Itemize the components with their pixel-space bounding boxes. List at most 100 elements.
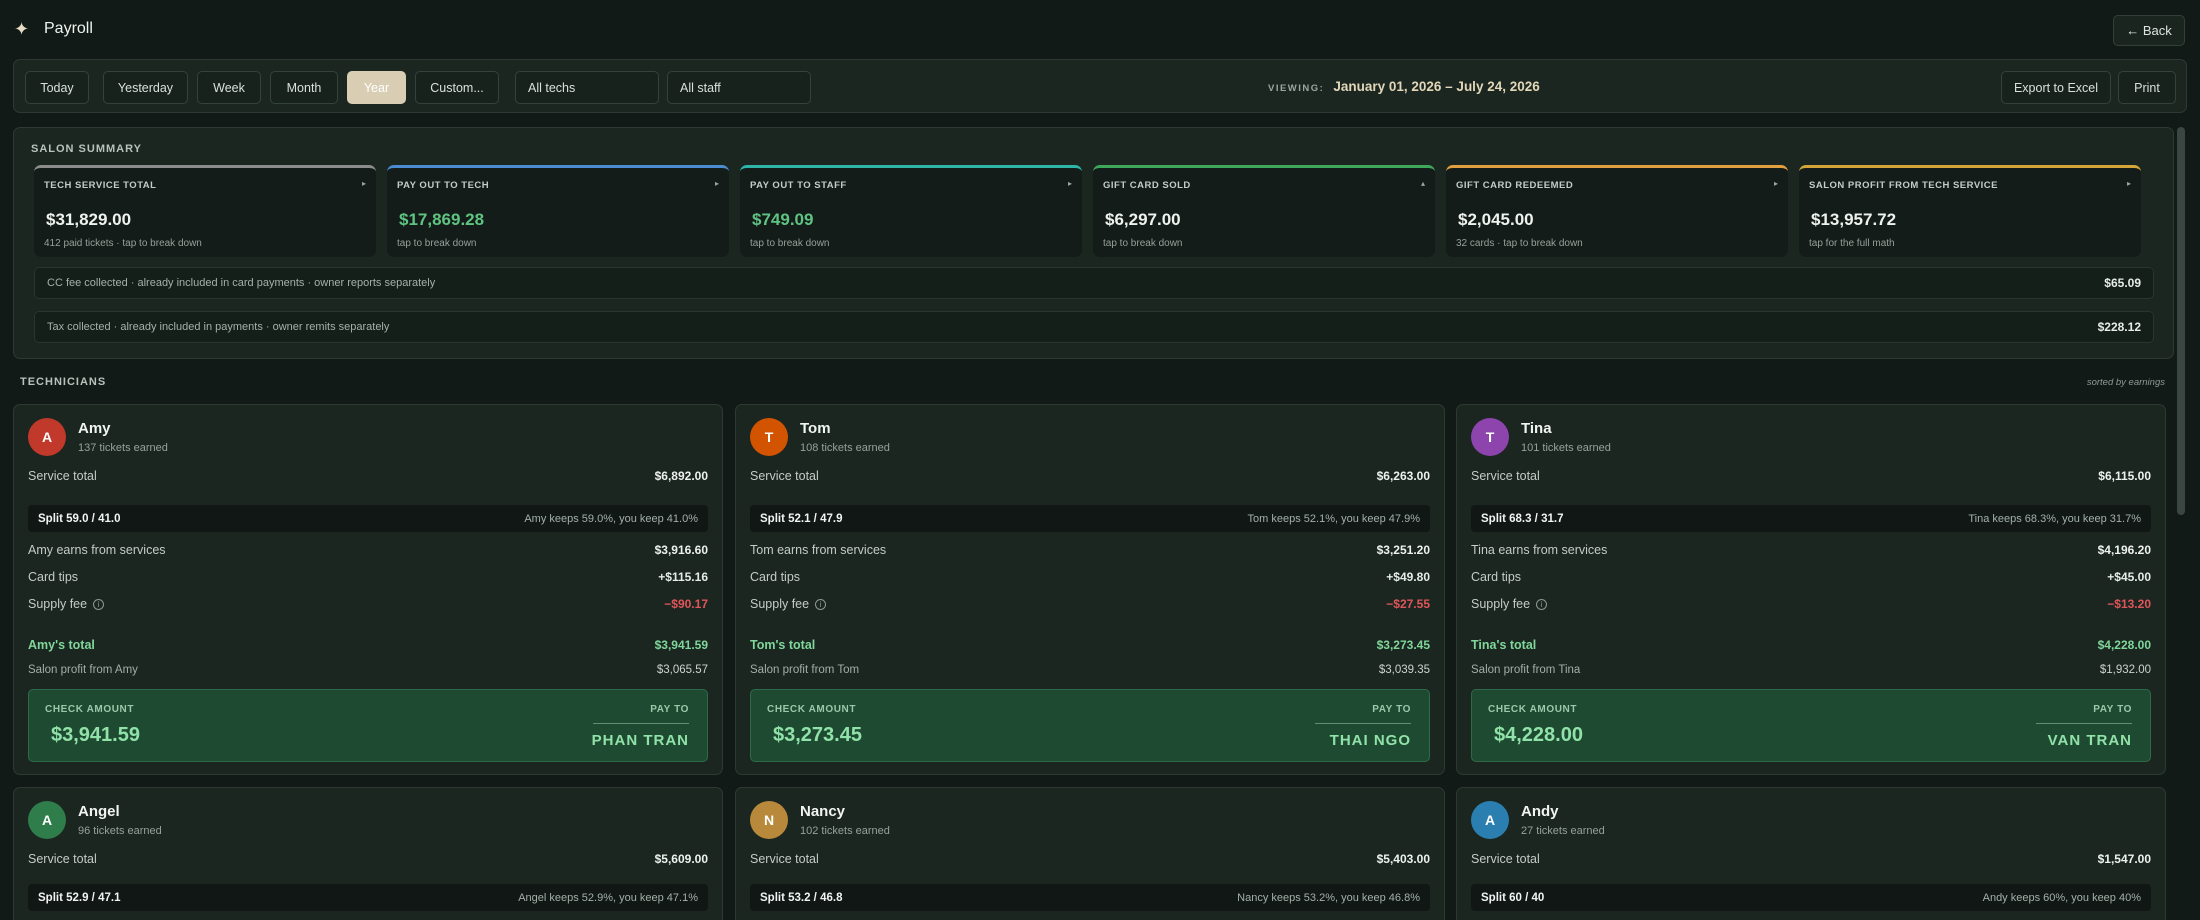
card-sub: tap to break down — [1103, 238, 1183, 249]
expand-arrow-icon: ▸ — [2126, 179, 2131, 188]
row-value: +$45.00 — [2107, 570, 2151, 584]
staff-filter-select[interactable]: All staff — [667, 71, 811, 104]
card-label: GIFT CARD REDEEMED — [1456, 180, 1574, 191]
supply-fee-row: Supply fee i −$90.17 — [28, 597, 708, 611]
cc-fee-row: CC fee collected · already included in c… — [34, 267, 2154, 299]
tech-card-andy: A Andy 27 tickets earned Service total $1… — [1456, 787, 2166, 920]
check-label: CHECK AMOUNT — [45, 704, 135, 715]
range-month-button[interactable]: Month — [270, 71, 338, 104]
summary-card-payout-tech[interactable]: PAY OUT TO TECH ▸ $17,869.28 tap to brea… — [387, 165, 729, 257]
row-label: Salon profit from Amy — [28, 664, 138, 676]
expand-arrow-icon: ▸ — [714, 179, 719, 188]
row-value: $4,228.00 — [2097, 638, 2151, 652]
back-button[interactable]: ← Back — [2113, 15, 2185, 46]
row-value: $3,941.59 — [654, 638, 708, 652]
earns-row: Tina earns from services $4,196.20 — [1471, 543, 2151, 557]
row-value: $5,403.00 — [1376, 852, 1430, 866]
tech-card-nancy: N Nancy 102 tickets earned Service total… — [735, 787, 1445, 920]
split-desc: Tina keeps 68.3%, you keep 31.7% — [1968, 512, 2141, 525]
range-today-button[interactable]: Today — [25, 71, 89, 104]
payto-line — [2036, 723, 2132, 724]
expand-arrow-icon: ▸ — [361, 179, 366, 188]
tech-card-angel: A Angel 96 tickets earned Service total $… — [13, 787, 723, 920]
tech-total-row: Amy's total $3,941.59 — [28, 638, 708, 652]
service-total-row: Service total $5,609.00 — [28, 852, 708, 866]
info-icon[interactable]: i — [93, 599, 105, 610]
salon-profit-row: Salon profit from Tina $1,932.00 — [1471, 664, 2151, 676]
tech-card-tom: T Tom 108 tickets earned Service total $6… — [735, 404, 1445, 775]
summary-card-gift-redeemed[interactable]: GIFT CARD REDEEMED ▸ $2,045.00 32 cards … — [1446, 165, 1788, 257]
tech-card-tina: T Tina 101 tickets earned Service total $… — [1456, 404, 2166, 775]
summary-card-tech-service[interactable]: TECH SERVICE TOTAL ▸ $31,829.00 412 paid… — [34, 165, 376, 257]
row-label: Service total — [28, 469, 97, 483]
row-value: −$13.20 — [2107, 597, 2151, 611]
viewing-range-value: January 01, 2026 – July 24, 2026 — [1333, 79, 1540, 94]
row-label: Amy's total — [28, 638, 95, 652]
info-icon[interactable]: i — [1536, 599, 1548, 610]
tech-filter-select[interactable]: All techs — [515, 71, 659, 104]
page-title: Payroll — [44, 20, 93, 37]
split-bar: Split 68.3 / 31.7 Tina keeps 68.3%, you k… — [1471, 505, 2151, 532]
range-custom-button[interactable]: Custom... — [415, 71, 499, 104]
split-desc: Tom keeps 52.1%, you keep 47.9% — [1247, 512, 1420, 525]
split-bar: Split 52.1 / 47.9 Tom keeps 52.1%, you ke… — [750, 505, 1430, 532]
check-box: CHECK AMOUNT $3,273.45 PAY TO THAI NGO — [750, 689, 1430, 762]
split-bar: Split 60 / 40 Andy keeps 60%, you keep 40… — [1471, 884, 2151, 911]
viewing-label: VIEWING: — [1268, 83, 1325, 94]
export-excel-button[interactable]: Export to Excel — [2001, 71, 2111, 104]
card-value: $749.09 — [752, 210, 814, 229]
range-year-button[interactable]: Year — [347, 71, 406, 104]
row-value: $3,916.60 — [654, 543, 708, 557]
check-amount: $4,228.00 — [1494, 724, 1583, 746]
card-label: SALON PROFIT FROM TECH SERVICE — [1809, 180, 1999, 191]
scrollbar-thumb[interactable] — [2177, 127, 2185, 515]
card-sub: 412 paid tickets · tap to break down — [44, 238, 202, 249]
card-label: GIFT CARD SOLD — [1103, 180, 1191, 191]
split-label: Split 52.1 / 47.9 — [760, 512, 843, 525]
avatar: A — [28, 801, 66, 839]
row-label: Card tips — [750, 570, 801, 584]
split-label: Split 59.0 / 41.0 — [38, 512, 121, 525]
technicians-title: TECHNICIANS — [20, 376, 107, 388]
summary-card-gift-sold[interactable]: GIFT CARD SOLD ▴ $6,297.00 tap to break … — [1093, 165, 1435, 257]
tips-row: Card tips +$49.80 — [750, 570, 1430, 584]
card-value: $13,957.72 — [1811, 210, 1897, 229]
check-label: CHECK AMOUNT — [1488, 704, 1578, 715]
payto-line — [593, 723, 689, 724]
salon-summary: SALON SUMMARY TECH SERVICE TOTAL ▸ $31,8… — [13, 127, 2174, 359]
tech-name: Nancy — [800, 803, 846, 820]
row-value: +$115.16 — [658, 570, 708, 584]
tech-tickets: 102 tickets earned — [800, 825, 890, 837]
check-amount: $3,273.45 — [773, 724, 862, 746]
tech-card-amy: A Amy 137 tickets earned Service total $6… — [13, 404, 723, 775]
range-week-button[interactable]: Week — [197, 71, 261, 104]
tech-tickets: 96 tickets earned — [78, 825, 162, 837]
row-label: Service total — [1471, 852, 1540, 866]
split-bar: Split 53.2 / 46.8 Nancy keeps 53.2%, you … — [750, 884, 1430, 911]
summary-card-salon-profit[interactable]: SALON PROFIT FROM TECH SERVICE ▸ $13,957… — [1799, 165, 2141, 257]
tips-row: Card tips +$45.00 — [1471, 570, 2151, 584]
tech-name: Tina — [1521, 420, 1552, 437]
avatar: A — [28, 418, 66, 456]
filter-bar: Today Yesterday Week Month Year Custom..… — [13, 59, 2187, 113]
row-label: Salon profit from Tom — [750, 664, 860, 676]
split-desc: Andy keeps 60%, you keep 40% — [1982, 891, 2141, 904]
top-bar: ✦ Payroll — [0, 0, 2200, 58]
summary-card-payout-staff[interactable]: PAY OUT TO STAFF ▸ $749.09 tap to break … — [740, 165, 1082, 257]
row-label: Service total — [1471, 469, 1540, 483]
print-button[interactable]: Print — [2118, 71, 2176, 104]
avatar: A — [1471, 801, 1509, 839]
row-label: Card tips — [28, 570, 79, 584]
check-box: CHECK AMOUNT $3,941.59 PAY TO PHAN TRAN — [28, 689, 708, 762]
avatar: T — [1471, 418, 1509, 456]
viewing-range: VIEWING: January 01, 2026 – July 24, 202… — [1268, 79, 1540, 94]
row-label: Service total — [28, 852, 97, 866]
row-label: Card tips — [1471, 570, 1522, 584]
row-label: Salon profit from Tina — [1471, 664, 1581, 676]
tech-tickets: 101 tickets earned — [1521, 442, 1611, 454]
service-total-row: Service total $6,263.00 — [750, 469, 1430, 483]
info-icon[interactable]: i — [815, 599, 827, 610]
tax-value: $228.12 — [2097, 320, 2141, 334]
range-yesterday-button[interactable]: Yesterday — [103, 71, 188, 104]
row-value: $6,892.00 — [654, 469, 708, 483]
